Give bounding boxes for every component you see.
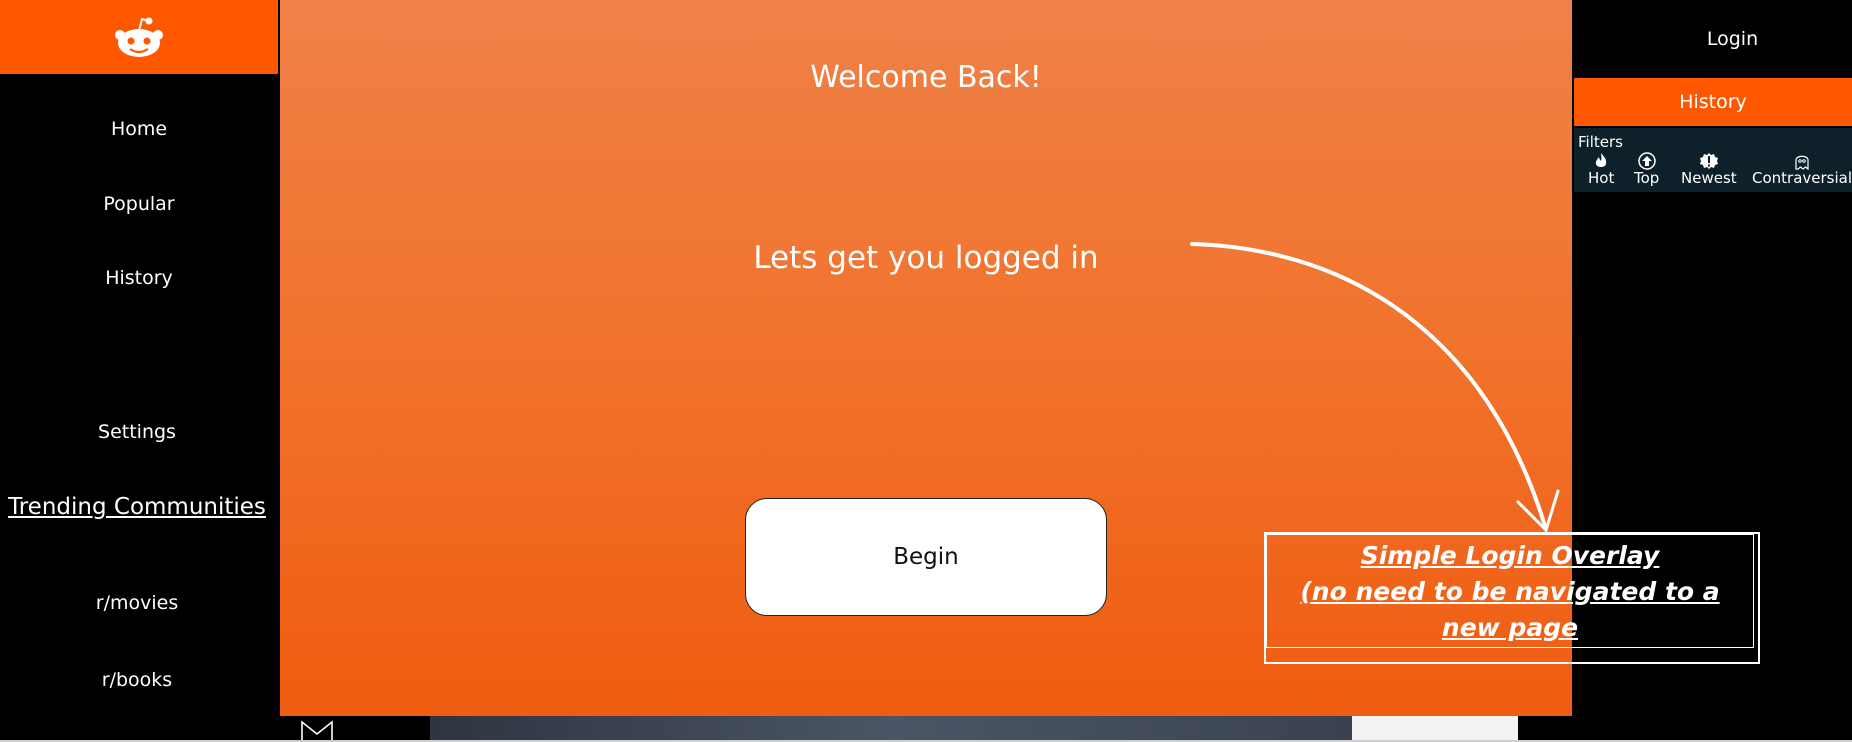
mail-icon <box>301 720 333 740</box>
begin-button[interactable]: Begin <box>745 498 1107 616</box>
background-card <box>1352 716 1518 740</box>
community-link-books[interactable]: r/books <box>0 669 276 691</box>
filter-newest-label: Newest <box>1681 169 1737 187</box>
sidebar-item-history[interactable]: History <box>0 267 278 289</box>
sidebar: Home Popular History Settings Trending C… <box>0 74 278 742</box>
filter-controversial-label: Contraversial <box>1752 169 1852 187</box>
annotation-line-3: new page <box>1441 613 1579 642</box>
annotation-line-1: Simple Login Overlay <box>1360 541 1660 570</box>
sidebar-item-settings[interactable]: Settings <box>0 421 276 443</box>
background-feed <box>300 716 440 740</box>
filter-hot-label: Hot <box>1588 169 1615 187</box>
annotation-line-2: (no need to be navigated to a <box>1300 577 1720 606</box>
filters-label: Filters <box>1578 133 1623 151</box>
sidebar-item-popular[interactable]: Popular <box>0 193 278 215</box>
reddit-logo[interactable] <box>0 0 278 74</box>
background-image <box>430 716 1352 740</box>
community-link-movies[interactable]: r/movies <box>0 592 276 614</box>
filter-controversial[interactable]: Contraversial <box>1752 152 1852 186</box>
annotation-arrow <box>1190 242 1560 533</box>
ghost-icon <box>1795 155 1809 170</box>
filter-top[interactable]: Top <box>1634 152 1659 186</box>
sidebar-item-home[interactable]: Home <box>0 118 278 140</box>
annotation-text: Simple Login Overlay (no need to be navi… <box>1264 538 1756 646</box>
filters-panel: Filters Hot Top Newest Contraversial <box>1574 128 1852 192</box>
history-tab[interactable]: History <box>1574 78 1852 126</box>
flame-icon <box>1595 153 1607 167</box>
filter-hot[interactable]: Hot <box>1588 152 1614 186</box>
login-link[interactable]: Login <box>1660 0 1805 78</box>
arrow-up-circle-icon <box>1637 152 1656 170</box>
trending-communities-heading[interactable]: Trending Communities <box>0 494 276 520</box>
reddit-alien-icon <box>115 17 163 57</box>
overlay-title: Welcome Back! <box>810 60 1042 95</box>
exclamation-badge-icon <box>1699 153 1718 169</box>
filter-newest[interactable]: Newest <box>1681 152 1737 186</box>
filter-top-label: Top <box>1634 169 1660 187</box>
